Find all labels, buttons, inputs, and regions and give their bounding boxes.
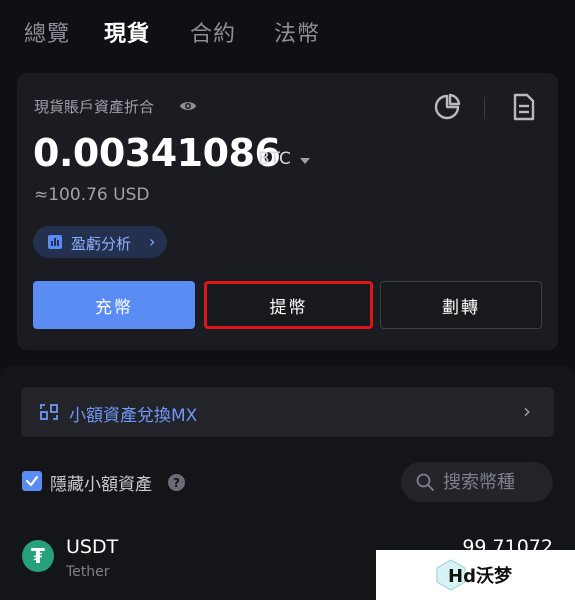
currency-selector[interactable]: BTC bbox=[258, 149, 291, 169]
hide-small-assets-checkbox[interactable] bbox=[22, 471, 42, 491]
checkmark-icon bbox=[25, 475, 39, 487]
tether-icon: ₮ bbox=[22, 540, 54, 572]
coin-search-box[interactable] bbox=[401, 462, 553, 502]
tab-overview[interactable]: 總覽 bbox=[24, 16, 70, 48]
bar-chart-icon bbox=[48, 235, 62, 249]
deposit-button[interactable]: 充幣 bbox=[33, 281, 195, 329]
convert-label: 小額資產兌換MX bbox=[69, 406, 198, 426]
tab-futures[interactable]: 合約 bbox=[190, 16, 236, 48]
watermark: Hd沃梦 bbox=[376, 550, 575, 600]
tab-fiat[interactable]: 法幣 bbox=[274, 16, 320, 48]
chevron-right-icon: › bbox=[149, 232, 156, 251]
top-tab-bar: 總覽 現貨 合約 法幣 bbox=[0, 0, 575, 66]
account-label: 現貨賬戶資產折合 bbox=[34, 98, 155, 116]
coin-search-input[interactable] bbox=[443, 468, 547, 496]
help-icon[interactable]: ? bbox=[168, 474, 185, 491]
asset-symbol: USDT bbox=[66, 536, 119, 558]
search-icon bbox=[416, 473, 434, 491]
convert-icon bbox=[40, 404, 58, 420]
document-icon[interactable] bbox=[512, 93, 536, 121]
balance-value: 0.00341086 bbox=[33, 131, 281, 175]
pnl-analysis-button[interactable]: 盈虧分析 › bbox=[33, 226, 167, 258]
pie-chart-icon[interactable] bbox=[433, 93, 461, 121]
convert-small-assets-bar[interactable]: 小額資產兌換MX › bbox=[21, 387, 554, 437]
tab-spot[interactable]: 現貨 bbox=[104, 16, 150, 48]
eye-icon[interactable] bbox=[179, 97, 197, 115]
watermark-text: Hd沃梦 bbox=[448, 566, 512, 587]
asset-name: Tether bbox=[66, 564, 110, 580]
withdraw-button[interactable]: 提幣 bbox=[204, 281, 373, 329]
icon-divider bbox=[484, 97, 485, 119]
caret-down-icon[interactable] bbox=[300, 158, 310, 164]
spot-account-card: 現貨賬戶資產折合 0.00341086 BTC ≈100.76 USD 盈虧分析… bbox=[17, 73, 558, 350]
hide-small-assets-label[interactable]: 隱藏小額資產 bbox=[50, 470, 152, 495]
usd-equivalent: ≈100.76 USD bbox=[34, 185, 150, 205]
pnl-analysis-label: 盈虧分析 bbox=[71, 235, 132, 253]
transfer-button[interactable]: 劃轉 bbox=[380, 281, 542, 329]
chevron-right-icon: › bbox=[523, 399, 531, 423]
